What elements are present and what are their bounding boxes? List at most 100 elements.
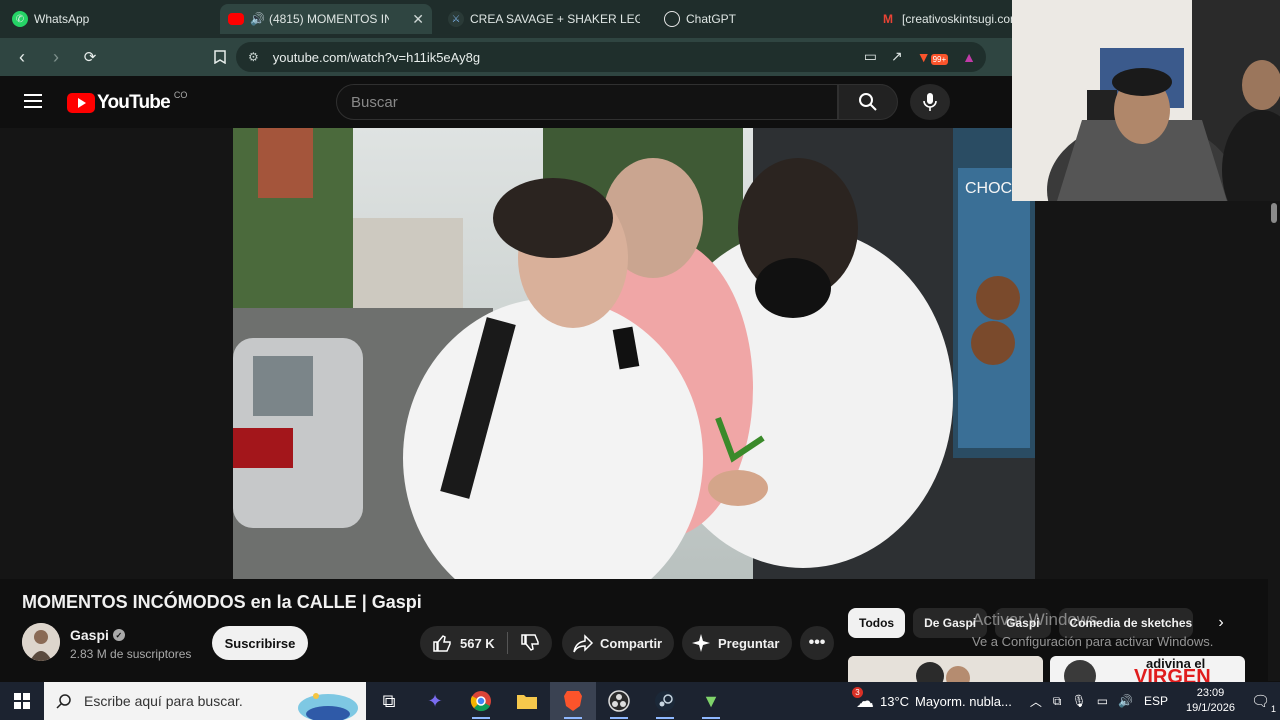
video-player[interactable]: CHOCO [233, 128, 1035, 579]
notification-count: 1 [1270, 704, 1276, 714]
url-text: youtube.com/watch?v=h11ik5eAy8g [272, 49, 481, 65]
voice-search-button[interactable] [910, 84, 950, 120]
windows-taskbar: Escribe aquí para buscar. ⧉ ✦ ▼ ☁ 3 13°C … [0, 682, 1280, 720]
chrome-icon[interactable] [458, 682, 504, 720]
copilot-icon[interactable]: ✦ [412, 682, 458, 720]
verified-check-icon: ✓ [112, 629, 125, 641]
clash-icon: ⚔ [448, 11, 464, 27]
file-explorer-icon[interactable] [504, 682, 550, 720]
recommended-thumbnail[interactable]: adivina el VIRGEN [1050, 656, 1245, 682]
tab-clash[interactable]: ⚔ CREA SAVAGE + SHAKER LEGENDARIO [448, 4, 640, 34]
bookmark-icon[interactable] [206, 43, 234, 71]
obs-icon[interactable] [596, 682, 642, 720]
steam-icon[interactable] [642, 682, 688, 720]
network-icon[interactable]: ▭ [1097, 694, 1108, 708]
search-button[interactable] [838, 84, 898, 120]
dislike-button[interactable] [508, 626, 552, 660]
share-button[interactable]: Compartir [562, 626, 674, 660]
video-frame: CHOCO [233, 128, 1035, 579]
gmail-icon: M [883, 12, 893, 26]
share-label: Compartir [600, 635, 663, 651]
search-box [336, 84, 838, 120]
whatsapp-icon: ✆ [12, 11, 28, 27]
site-settings-icon[interactable]: ⚙ [248, 50, 259, 64]
brave-shield-icon[interactable]: ▼ 99+ [917, 49, 949, 65]
recommended-thumbnail[interactable] [848, 656, 1043, 682]
thumbs-up-icon [433, 635, 451, 652]
page-scrollbar[interactable] [1268, 201, 1280, 681]
share-arrow-icon [573, 634, 594, 653]
chatgpt-icon [664, 11, 680, 27]
country-code: CO [173, 90, 188, 100]
brave-badge: 99+ [930, 53, 949, 65]
webcam-image [1012, 0, 1280, 201]
weather-temp: 13°C [880, 693, 910, 709]
clock-time: 23:09 [1196, 687, 1225, 699]
search-icon [859, 93, 877, 111]
like-button[interactable]: 567 K [420, 626, 507, 660]
hamburger-menu-icon[interactable] [24, 94, 42, 108]
logo-text: YouTube [97, 92, 171, 113]
windows-start-icon[interactable] [0, 682, 44, 720]
brave-browser-icon[interactable] [550, 682, 596, 720]
tab-youtube[interactable]: 🔊 (4815) MOMENTOS INCÓMODOS en la CALLE … [220, 4, 432, 34]
show-hidden-icons-icon[interactable]: ︿ [1030, 693, 1042, 710]
like-dislike-group: 567 K [420, 626, 552, 660]
search-input[interactable] [337, 85, 837, 119]
ask-button[interactable]: Preguntar [682, 626, 792, 660]
tab-label: CREA SAVAGE + SHAKER LEGENDARIO [470, 12, 640, 26]
cast-icon[interactable]: ▭ [864, 48, 877, 65]
streamer-webcam [1012, 0, 1280, 201]
youtube-logo[interactable]: YouTube CO [67, 90, 188, 114]
close-tab-icon[interactable]: ✕ [402, 11, 424, 28]
share-page-icon[interactable]: ↗ [891, 48, 903, 65]
weather-desc: Mayorm. nubla... [915, 693, 1012, 709]
tab-label: WhatsApp [34, 12, 90, 26]
address-bar[interactable]: ⚙ youtube.com/watch?v=h11ik5eAy8g ▭ ↗ ▼ 9… [236, 42, 986, 72]
youtube-header: YouTube CO [0, 76, 1012, 128]
scrollbar-thumb[interactable] [1271, 203, 1277, 223]
microphone-icon[interactable]: 🎙 [1071, 694, 1086, 708]
microphone-icon [923, 93, 937, 111]
tab-label: [creativoskintsugi.com [902, 12, 1012, 26]
notifications-icon[interactable]: 🗨 1 [1251, 692, 1276, 714]
browser-toolbar: ‹ › ⟳ ⚙ youtube.com/watch?v=h11ik5eAy8g … [0, 38, 1012, 76]
brave-rewards-icon[interactable]: ▲ [962, 49, 976, 65]
channel-name[interactable]: Gaspi ✓ [70, 627, 125, 643]
volume-icon[interactable]: 🔊 [1118, 694, 1133, 708]
meet-now-icon[interactable]: ⧉ [1053, 694, 1062, 709]
tab-label: ChatGPT [686, 12, 737, 26]
channel-avatar[interactable] [22, 623, 60, 661]
subscribe-button[interactable]: Suscribirse [212, 626, 308, 660]
activate-windows-watermark: Activar Windows [972, 610, 1098, 629]
tab-gmail[interactable]: M [creativoskintsugi.com [880, 4, 1012, 34]
weather-badge: 3 [852, 686, 863, 698]
system-tray: ☁ 3 13°C Mayorm. nubla... ︿ ⧉ 🎙 ▭ 🔊 ESP 2… [852, 682, 1280, 720]
thumbs-down-icon [520, 634, 539, 651]
channel-name-text: Gaspi [70, 627, 109, 643]
chip-todos[interactable]: Todos [848, 608, 906, 638]
input-language[interactable]: ESP [1144, 694, 1168, 708]
search-highlight-icon [298, 693, 358, 720]
task-view-icon[interactable]: ⧉ [366, 682, 412, 720]
clock-date: 19/1/2026 [1186, 702, 1235, 714]
forward-icon[interactable]: › [42, 43, 70, 71]
taskbar-search-placeholder: Escribe aquí para buscar. [84, 693, 243, 709]
like-count: 567 K [460, 635, 495, 651]
tab-whatsapp[interactable]: ✆ WhatsApp [12, 4, 212, 34]
clock[interactable]: 23:09 19/1/2026 [1186, 686, 1235, 716]
thumbnail-caption-big: VIRGEN [1134, 666, 1211, 682]
video-title: MOMENTOS INCÓMODOS en la CALLE | Gaspi [22, 592, 422, 612]
reload-icon[interactable]: ⟳ [76, 43, 104, 71]
back-icon[interactable]: ‹ [8, 43, 36, 71]
speaker-icon[interactable]: 🔊 [250, 12, 265, 26]
tab-chatgpt[interactable]: ChatGPT [664, 4, 854, 34]
more-actions-icon[interactable]: ••• [800, 626, 834, 660]
vegas-icon[interactable]: ▼ [688, 682, 734, 720]
sparkle-icon [692, 634, 710, 652]
taskbar-search[interactable]: Escribe aquí para buscar. [44, 682, 366, 720]
search-icon [56, 694, 71, 709]
youtube-icon [228, 13, 244, 25]
activate-windows-subtext: Ve a Configuración para activar Windows. [972, 634, 1214, 649]
weather-widget[interactable]: ☁ 3 13°C Mayorm. nubla... [852, 686, 1012, 712]
